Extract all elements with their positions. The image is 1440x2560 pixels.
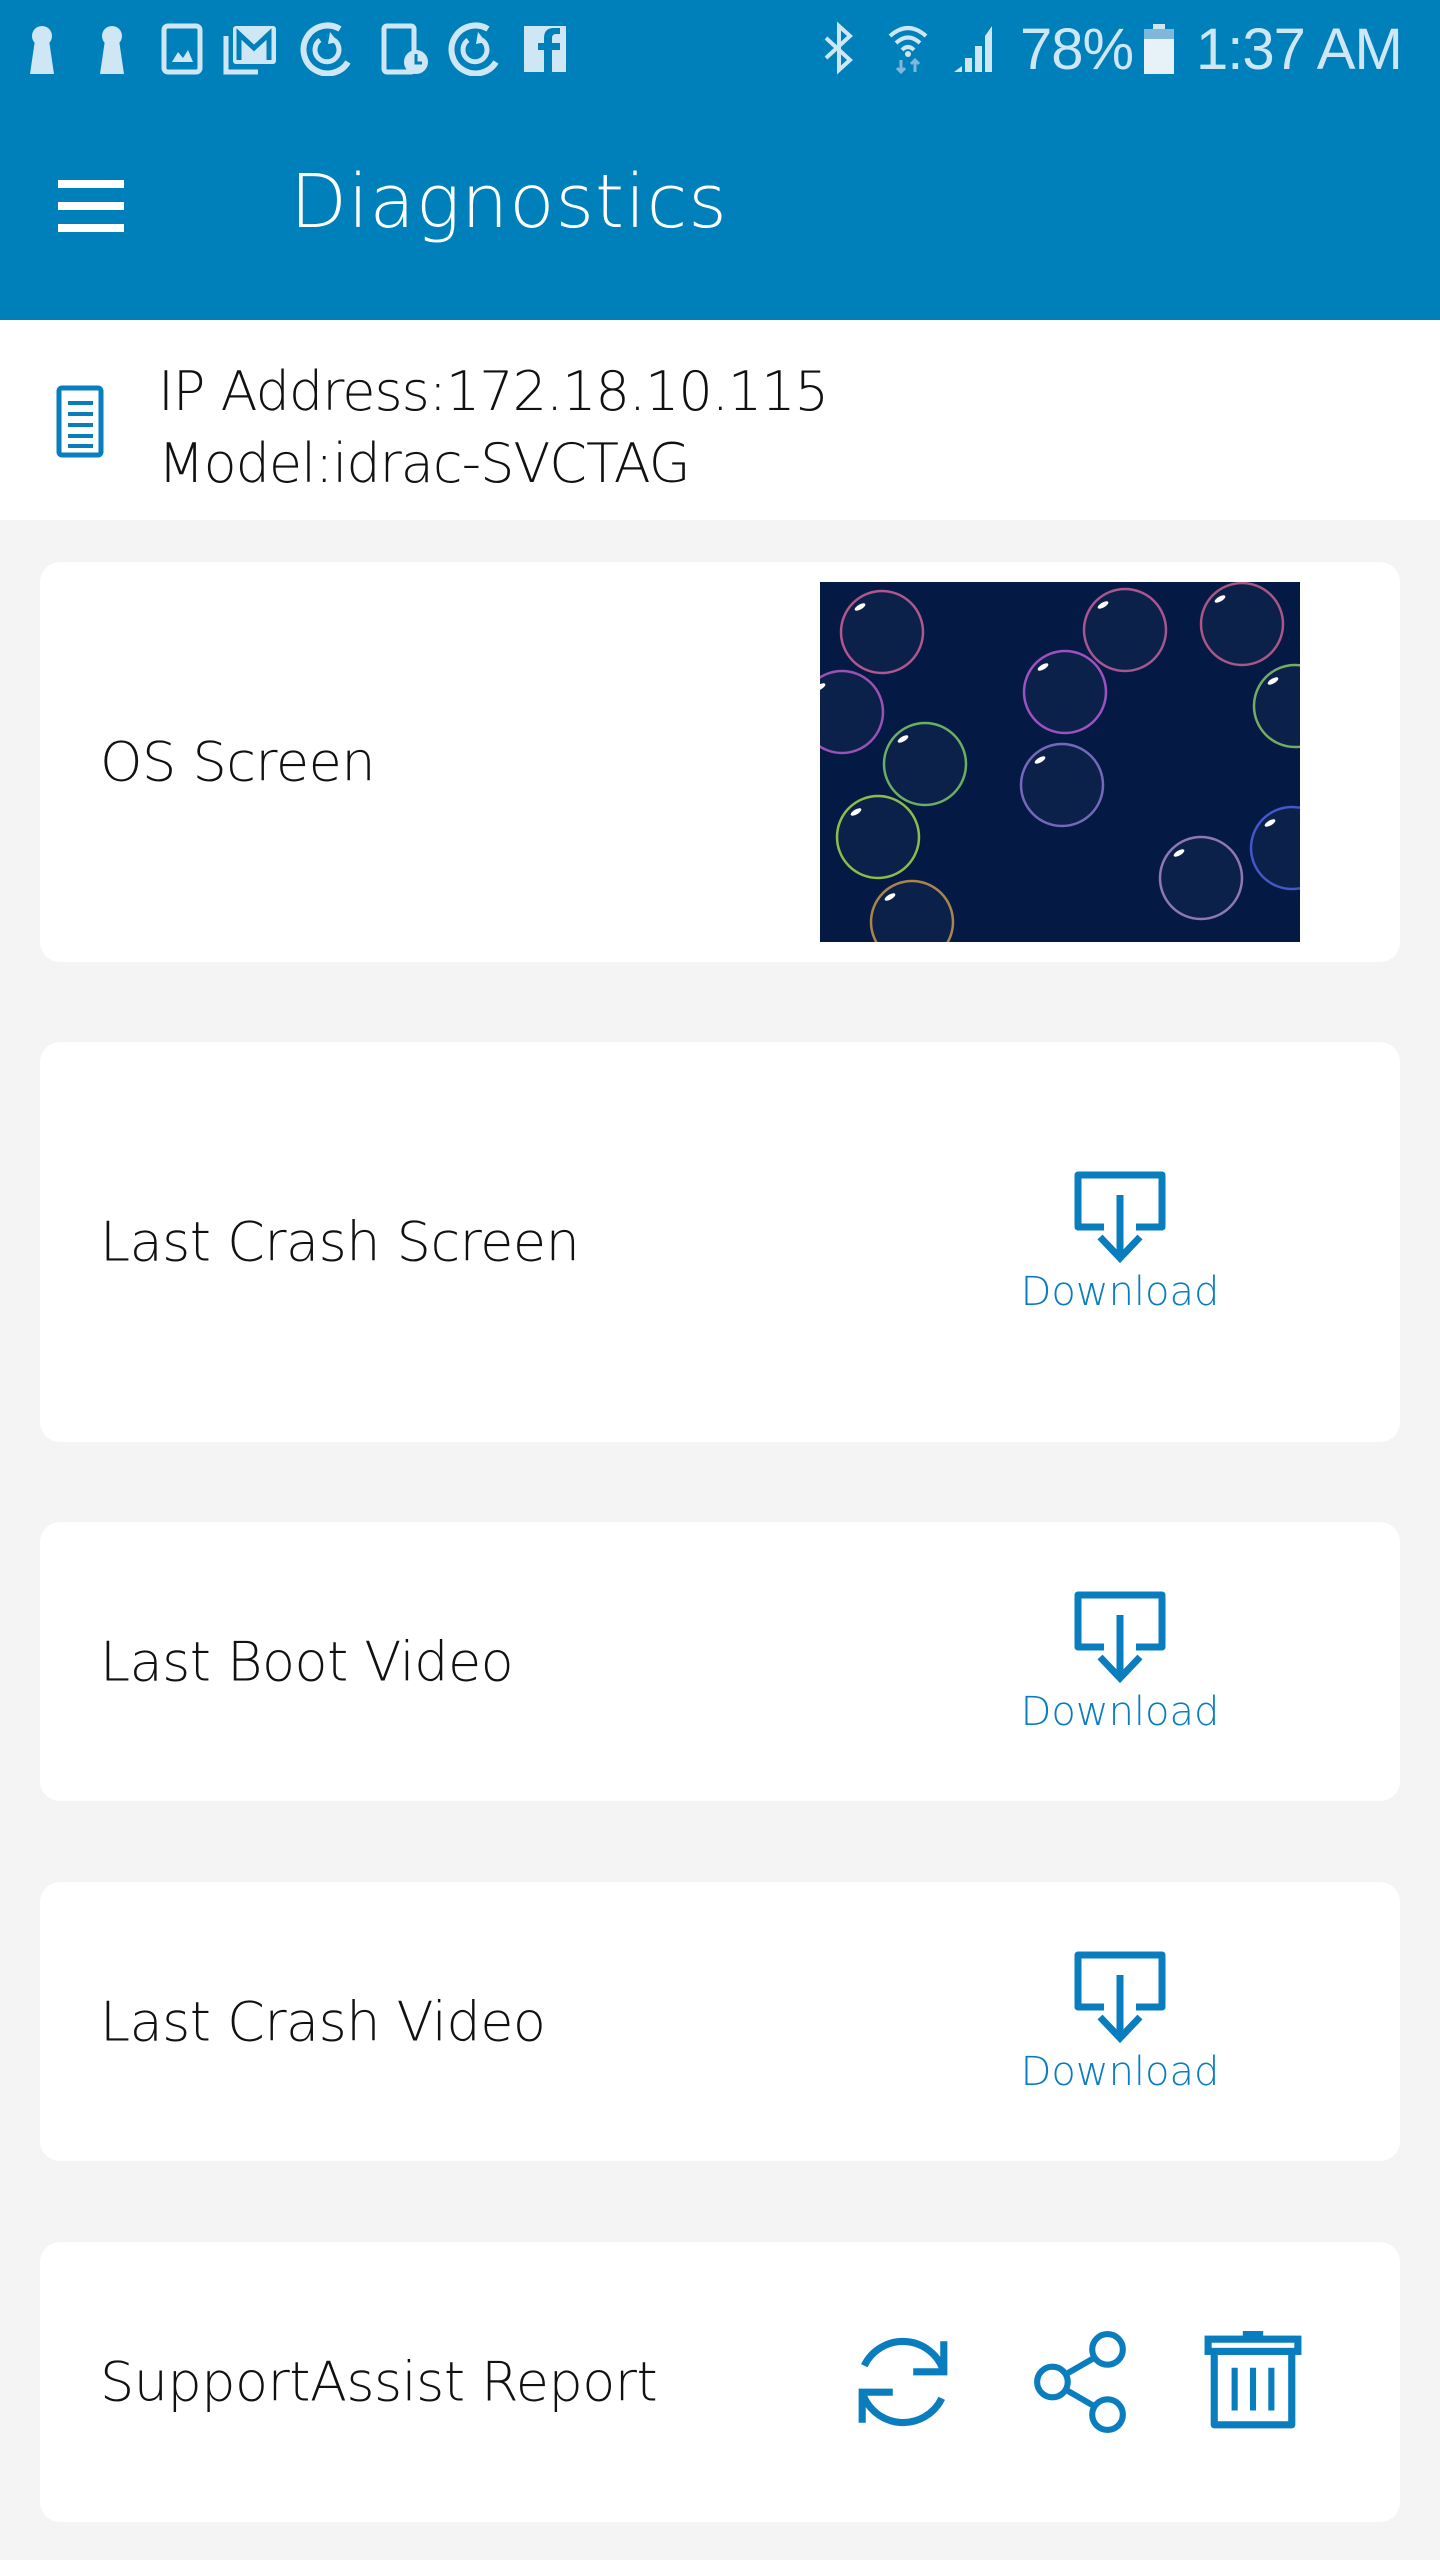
- card-last-crash-screen: Last Crash Screen Download: [40, 1042, 1400, 1442]
- hamburger-menu-icon: [58, 180, 124, 188]
- bubble: [1199, 582, 1285, 667]
- card-label: SupportAssist Report: [100, 2350, 658, 2414]
- sync-circle-icon: [448, 22, 502, 76]
- tablet-clock-icon: [380, 22, 430, 76]
- share-button[interactable]: [1030, 2331, 1132, 2433]
- signal-icon: [952, 22, 994, 76]
- document-list-icon: [56, 385, 104, 458]
- card-os-screen[interactable]: OS Screen: [40, 562, 1400, 962]
- card-label: Last Crash Screen: [100, 1210, 580, 1274]
- facebook-icon: [522, 22, 568, 76]
- bubble: [1019, 742, 1105, 828]
- download-label: Download: [1020, 1269, 1220, 1315]
- bubble: [820, 669, 885, 755]
- hamburger-menu-button[interactable]: [50, 176, 130, 236]
- card-label: Last Boot Video: [100, 1630, 514, 1693]
- device-info-header: IP Address:172.18.10.115 Model:idrac-SVC…: [0, 320, 1440, 520]
- bubble: [839, 589, 925, 675]
- bubble: [1249, 805, 1300, 891]
- card-supportassist-report: SupportAssist Report: [40, 2242, 1400, 2522]
- bubble: [1252, 663, 1300, 749]
- bubble: [882, 721, 968, 807]
- download-icon: [1074, 1171, 1166, 1264]
- card-label: Last Crash Video: [100, 1990, 546, 2053]
- hamburger-menu-icon-bar: [58, 202, 124, 210]
- download-button[interactable]: Download: [980, 1947, 1260, 2097]
- bubble: [1158, 835, 1244, 921]
- sync-circle-icon: [300, 22, 354, 76]
- card-label: OS Screen: [100, 730, 376, 794]
- download-label: Download: [1020, 2048, 1220, 2095]
- page-title: Diagnostics: [290, 159, 728, 245]
- bubble: [835, 794, 921, 880]
- download-button[interactable]: Download: [980, 1167, 1260, 1317]
- download-button[interactable]: Download: [980, 1587, 1260, 1737]
- wifi-icon: [886, 22, 930, 76]
- keyhole-icon: [20, 22, 64, 76]
- clock-time: 1:37 AM: [1196, 17, 1403, 82]
- hamburger-menu-icon-bar: [58, 224, 124, 232]
- bubble: [869, 879, 955, 942]
- model-text: Model:idrac-SVCTAG: [158, 432, 691, 495]
- download-label: Download: [1020, 1688, 1220, 1735]
- refresh-button[interactable]: [852, 2331, 954, 2433]
- card-last-boot-video: Last Boot Video Download: [40, 1522, 1400, 1801]
- trash-icon: [1204, 2331, 1302, 2429]
- card-last-crash-video: Last Crash Video Download: [40, 1882, 1400, 2161]
- bluetooth-icon: [822, 22, 856, 76]
- refresh-icon: [858, 2337, 948, 2427]
- share-icon: [1034, 2331, 1126, 2433]
- battery-percent: 78%: [1020, 17, 1134, 82]
- os-screen-thumbnail[interactable]: [820, 582, 1300, 942]
- bubbles-wallpaper-image: [820, 582, 1300, 942]
- bubble: [1082, 587, 1168, 673]
- gallery-icon: [160, 22, 204, 76]
- download-icon: [1074, 1951, 1166, 2043]
- delete-button[interactable]: [1202, 2331, 1304, 2433]
- download-icon: [1074, 1591, 1166, 1683]
- bubble: [1022, 649, 1108, 735]
- status-bar: 78% 1:37 AM: [0, 0, 1440, 100]
- ip-address-text: IP Address:172.18.10.115: [158, 360, 829, 423]
- gmail-stack-icon: [222, 22, 280, 76]
- battery-icon: [1142, 22, 1176, 76]
- keyhole-icon: [90, 22, 134, 76]
